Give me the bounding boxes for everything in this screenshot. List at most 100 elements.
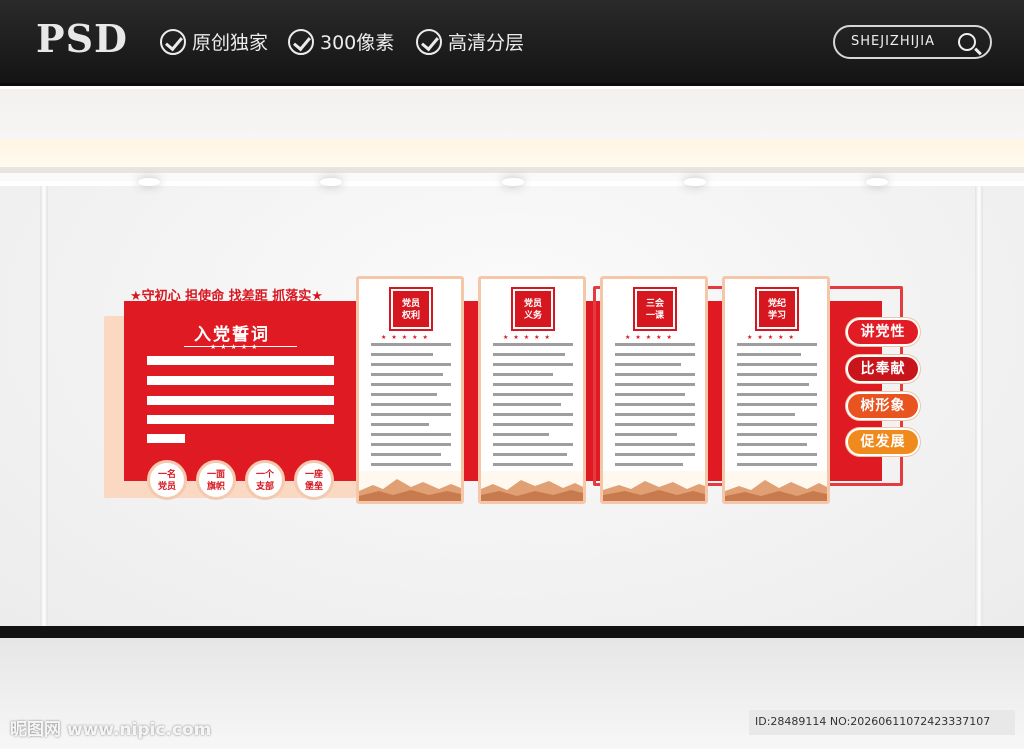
tag-badge: 树形象 [848, 394, 918, 418]
text-line [737, 413, 795, 416]
downlight [320, 178, 342, 186]
text-line [147, 434, 185, 443]
info-card: 党员 权利 ★★★★★ [356, 276, 464, 504]
card-title: 党员 权利 [389, 287, 433, 331]
text-line [615, 433, 677, 436]
stars-decoration: ★★★★★ [381, 334, 433, 341]
feature-label: 原创独家 [192, 32, 269, 54]
text-line [737, 463, 817, 466]
text-line [493, 463, 573, 466]
text-line [615, 353, 695, 356]
text-line [371, 403, 451, 406]
ceiling-light-cove [0, 140, 1024, 168]
text-line [493, 353, 565, 356]
text-line [493, 423, 573, 426]
text-line [493, 443, 573, 446]
stars-decoration: ★★★★★ [625, 334, 677, 341]
card-title: 三会 一课 [633, 287, 677, 331]
text-line [615, 373, 695, 376]
watermark-site: 昵图网 www.nipic.com [10, 720, 212, 740]
feature-original: 原创独家 [160, 28, 268, 55]
feature-layered: 高清分层 [416, 28, 524, 55]
text-line [615, 363, 681, 366]
text-line [737, 363, 817, 366]
text-line [371, 373, 443, 376]
stars-decoration: ★★★★★ [210, 343, 262, 351]
mountain-illustration [603, 471, 705, 501]
text-line [737, 453, 817, 456]
text-line [371, 453, 441, 456]
text-line [737, 423, 817, 426]
mountain-illustration [359, 471, 461, 501]
check-icon [288, 28, 314, 55]
card-title: 党员 义务 [511, 287, 555, 331]
card-title: 党纪 学习 [755, 287, 799, 331]
text-line [147, 396, 334, 405]
text-line [615, 413, 695, 416]
feature-label: 高清分层 [448, 32, 525, 54]
text-line [371, 463, 451, 466]
downlight [866, 178, 888, 186]
text-line [615, 463, 683, 466]
text-line [737, 343, 817, 346]
text-line [615, 423, 695, 426]
text-line [147, 415, 334, 424]
text-line [371, 423, 429, 426]
downlight [684, 178, 706, 186]
text-line [371, 383, 451, 386]
text-line [493, 453, 567, 456]
text-line [737, 433, 817, 436]
text-line [371, 443, 451, 446]
text-line [737, 353, 801, 356]
search-box[interactable]: SHEJIZHIJIA [833, 25, 992, 59]
text-line [615, 383, 695, 386]
text-line [371, 393, 437, 396]
text-line [371, 413, 451, 416]
text-line [493, 343, 573, 346]
text-line [493, 403, 561, 406]
text-line [737, 443, 807, 446]
text-line [493, 393, 573, 396]
text-line [371, 433, 451, 436]
text-line [615, 453, 695, 456]
tag-badge: 比奉献 [848, 357, 918, 381]
text-line [737, 383, 809, 386]
text-line [493, 383, 573, 386]
check-icon [416, 28, 442, 55]
floor-skirting [0, 626, 1024, 638]
text-line [615, 343, 695, 346]
ceiling-edge [0, 167, 1024, 173]
mountain-illustration [481, 471, 583, 501]
info-card: 三会 一课 ★★★★★ [600, 276, 708, 504]
top-banner: PSD 原创独家 300像素 高清分层 SHEJIZHIJIA [0, 0, 1024, 86]
wall-pillar [975, 186, 983, 631]
tag-badge: 讲党性 [848, 320, 918, 344]
oath-title: 入党誓词 [194, 325, 270, 345]
wall-pillar [40, 186, 48, 631]
watermark-id: ID:28489114 NO:20260611072423337107 [749, 710, 1015, 735]
info-card: 党员 义务 ★★★★★ [478, 276, 586, 504]
text-line [737, 373, 817, 376]
text-line [737, 403, 817, 406]
search-label: SHEJIZHIJIA [851, 34, 935, 49]
text-line [147, 376, 334, 385]
text-line [615, 443, 695, 446]
downlight [138, 178, 160, 186]
circle-badge: 一座 堡垒 [294, 460, 334, 500]
text-line [493, 433, 549, 436]
text-line [737, 393, 817, 396]
text-line [493, 373, 553, 376]
mountain-illustration [725, 471, 827, 501]
psd-logo: PSD [36, 16, 128, 61]
circle-badge: 一名 党员 [147, 460, 187, 500]
circle-badge: 一个 支部 [245, 460, 285, 500]
info-card: 党纪 学习 ★★★★★ [722, 276, 830, 504]
stars-decoration: ★★★★★ [747, 334, 799, 341]
feature-300dpi: 300像素 [288, 28, 394, 55]
text-line [371, 363, 451, 366]
circle-badge: 一面 旗帜 [196, 460, 236, 500]
text-line [615, 403, 695, 406]
tag-badge: 促发展 [848, 430, 918, 454]
text-line [371, 343, 451, 346]
search-icon[interactable] [958, 33, 976, 51]
